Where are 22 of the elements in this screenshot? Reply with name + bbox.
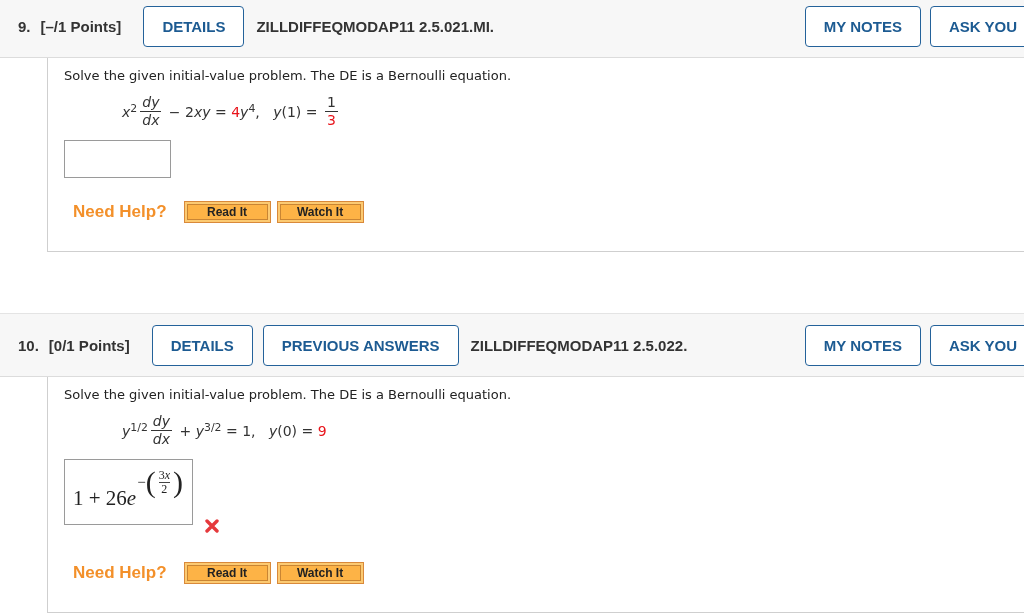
action-button[interactable]: DETAILS bbox=[143, 5, 245, 47]
question-code: ZILLDIFFEQMODAP11 2.5.022. bbox=[470, 336, 688, 354]
help-button[interactable]: Watch It bbox=[276, 201, 364, 223]
points-label: [–/1 Points] bbox=[40, 17, 122, 35]
question-prompt: Solve the given initial-value problem. The DE is a Bernoulli equation. bbox=[64, 67, 512, 84]
question-number: 10. bbox=[18, 336, 39, 354]
help-button[interactable]: Read It bbox=[183, 562, 271, 584]
action-button[interactable]: ASK YOU bbox=[929, 324, 1024, 366]
question-code: ZILLDIFFEQMODAP11 2.5.021.MI. bbox=[256, 17, 494, 35]
action-button[interactable]: ASK YOU bbox=[929, 5, 1024, 47]
action-button[interactable]: MY NOTES bbox=[804, 324, 921, 366]
question-prompt: Solve the given initial-value problem. The DE is a Bernoulli equation. bbox=[64, 386, 512, 403]
help-button[interactable]: Read It bbox=[183, 201, 271, 223]
help-button[interactable]: Watch It bbox=[276, 562, 364, 584]
action-button[interactable]: PREVIOUS ANSWERS bbox=[262, 324, 459, 366]
question-number: 9. bbox=[18, 17, 31, 35]
help-label: Need Help? bbox=[73, 202, 167, 222]
action-button[interactable]: MY NOTES bbox=[804, 5, 921, 47]
answer-field[interactable] bbox=[64, 140, 171, 178]
points-label: [0/1 Points] bbox=[48, 336, 130, 354]
action-button[interactable]: DETAILS bbox=[151, 324, 253, 366]
help-label: Need Help? bbox=[73, 563, 167, 583]
